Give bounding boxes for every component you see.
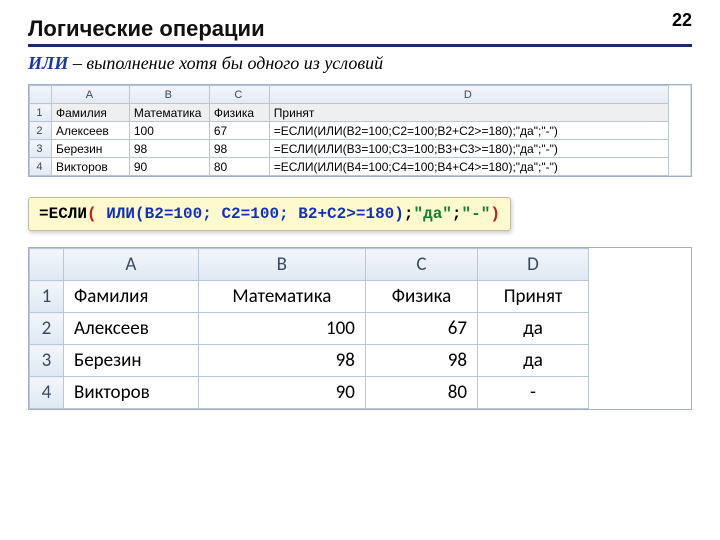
- header-cell: Фамилия: [51, 104, 129, 122]
- header-cell: Математика: [198, 281, 365, 313]
- col-header: A: [64, 249, 199, 281]
- cell: 67: [209, 122, 269, 140]
- row-header: 2: [30, 122, 52, 140]
- header-cell: Принят: [269, 104, 668, 122]
- header-cell: Принят: [478, 281, 589, 313]
- col-header: D: [478, 249, 589, 281]
- header-cell: Математика: [129, 104, 209, 122]
- col-header: A: [51, 86, 129, 104]
- cell: 98: [365, 345, 477, 377]
- formula-token: ИЛИ(B2=100; C2=100; B2+C2>=180): [106, 205, 404, 223]
- row-header: 4: [30, 377, 64, 409]
- formula-token: =ЕСЛИ: [39, 205, 87, 223]
- row-header: 2: [30, 313, 64, 345]
- cell: 98: [129, 140, 209, 158]
- cell: да: [478, 313, 589, 345]
- col-header: C: [365, 249, 477, 281]
- cell: Березин: [51, 140, 129, 158]
- excel-table-results: A B C D 1 Фамилия Математика Физика Прин…: [28, 247, 692, 410]
- formula-token: "-": [462, 205, 491, 223]
- corner-cell: [30, 86, 52, 104]
- col-header: B: [129, 86, 209, 104]
- cell: 100: [198, 313, 365, 345]
- cell: 80: [209, 158, 269, 176]
- excel-table-formulas: A B C D 1 Фамилия Математика Физика Прин…: [28, 84, 692, 177]
- col-header: D: [269, 86, 668, 104]
- cell: Березин: [64, 345, 199, 377]
- cell: Алексеев: [64, 313, 199, 345]
- cell: 90: [198, 377, 365, 409]
- slide-title: Логические операции: [28, 16, 692, 47]
- subtitle: ИЛИ – выполнение хотя бы одного из услов…: [28, 53, 692, 74]
- cell: 98: [198, 345, 365, 377]
- row-header: 1: [30, 281, 64, 313]
- page-number: 22: [672, 10, 692, 31]
- formula-token: ;: [452, 205, 462, 223]
- cell: -: [478, 377, 589, 409]
- row-header: 1: [30, 104, 52, 122]
- cell: да: [478, 345, 589, 377]
- formula-token: (: [87, 205, 106, 223]
- row-header: 3: [30, 345, 64, 377]
- cell: 98: [209, 140, 269, 158]
- cell-formula: =ЕСЛИ(ИЛИ(B3=100;C3=100;B3+C3>=180);"да"…: [269, 140, 668, 158]
- header-cell: Физика: [209, 104, 269, 122]
- cell: Викторов: [64, 377, 199, 409]
- cell: 80: [365, 377, 477, 409]
- cell: Алексеев: [51, 122, 129, 140]
- col-header: C: [209, 86, 269, 104]
- formula-callout: =ЕСЛИ( ИЛИ(B2=100; C2=100; B2+C2>=180);"…: [28, 197, 511, 231]
- formula-token: "да": [413, 205, 451, 223]
- subtitle-keyword: ИЛИ: [28, 53, 68, 73]
- col-header: B: [198, 249, 365, 281]
- cell: 100: [129, 122, 209, 140]
- cell: Викторов: [51, 158, 129, 176]
- cell: 90: [129, 158, 209, 176]
- row-header: 4: [30, 158, 52, 176]
- header-cell: Фамилия: [64, 281, 199, 313]
- header-cell: Физика: [365, 281, 477, 313]
- formula-token: ): [490, 205, 500, 223]
- row-header: 3: [30, 140, 52, 158]
- subtitle-rest: – выполнение хотя бы одного из условий: [68, 53, 383, 73]
- cell: 67: [365, 313, 477, 345]
- corner-cell: [30, 249, 64, 281]
- cell-formula: =ЕСЛИ(ИЛИ(B4=100;C4=100;B4+C4>=180);"да"…: [269, 158, 668, 176]
- cell-formula: =ЕСЛИ(ИЛИ(B2=100;C2=100;B2+C2>=180);"да"…: [269, 122, 668, 140]
